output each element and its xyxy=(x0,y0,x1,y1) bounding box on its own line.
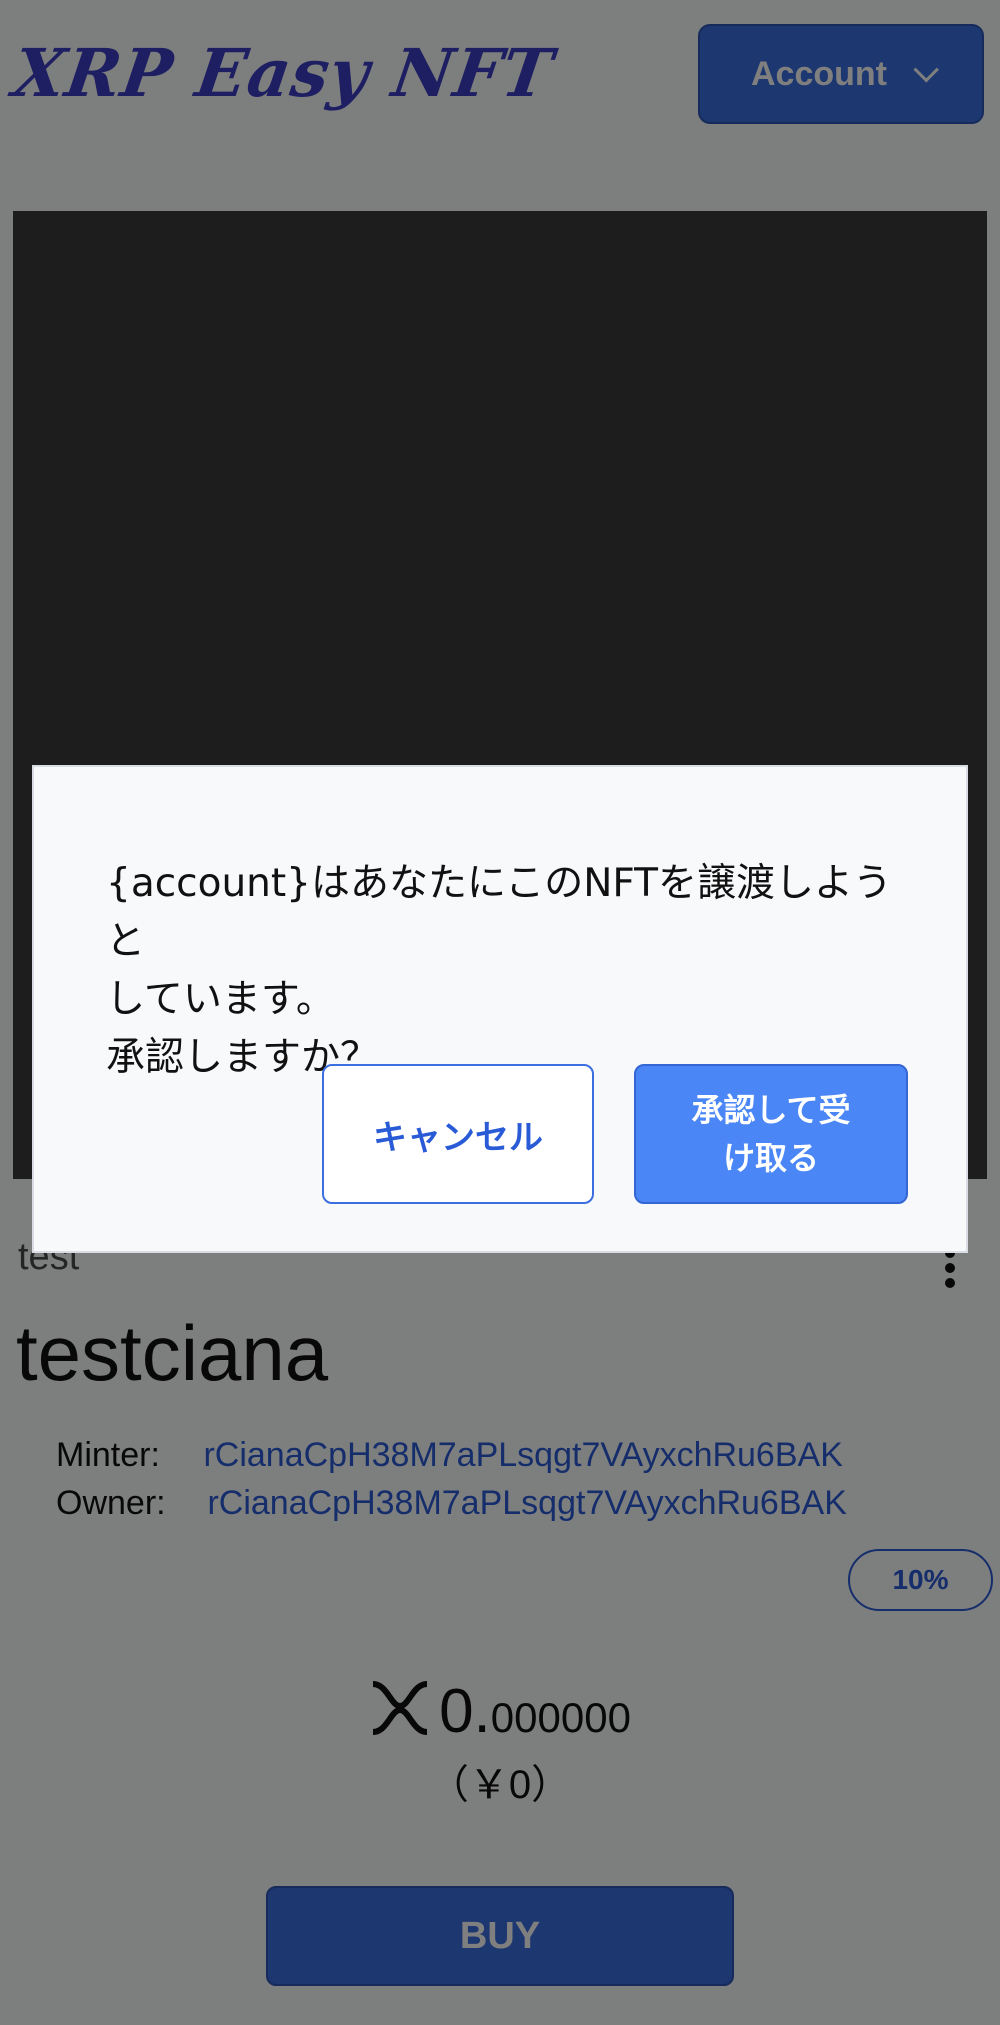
transfer-confirm-dialog: {account}はあなたにこのNFTを譲渡しようと しています。 承認しますか… xyxy=(32,765,968,1253)
dialog-message-line: {account}はあなたにこのNFTを譲渡しようと xyxy=(106,861,892,964)
accept-transfer-button[interactable]: 承認して受け取る xyxy=(634,1064,908,1204)
dialog-message: {account}はあなたにこのNFTを譲渡しようと しています。 承認しますか… xyxy=(106,855,926,1087)
dialog-message-line: しています。 xyxy=(106,977,335,1022)
cancel-button[interactable]: キャンセル xyxy=(322,1064,594,1204)
